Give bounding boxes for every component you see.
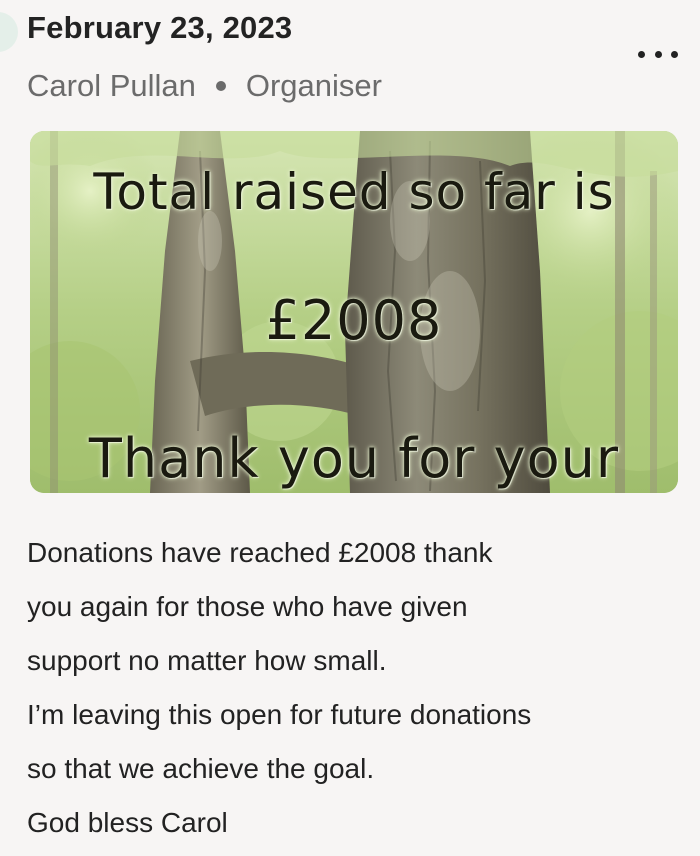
body-line: God bless Carol: [27, 807, 228, 838]
more-horizontal-icon-dot: [671, 50, 678, 58]
author-name[interactable]: Carol Pullan: [27, 68, 196, 104]
image-caption-line-1: Total raised so far is: [93, 163, 615, 221]
more-horizontal-icon-dot: [654, 50, 662, 58]
more-options-button[interactable]: [638, 44, 678, 64]
body-line: support no matter how small.: [27, 645, 387, 676]
image-caption-line-3: Thank you for your: [88, 427, 620, 490]
body-line: you again for those who have given: [27, 591, 468, 622]
body-line: so that we achieve the goal.: [27, 753, 375, 784]
update-body: Donations have reached £2008 thank you a…: [27, 526, 667, 850]
body-line: Donations have reached £2008 thank: [27, 537, 493, 568]
author-role: Organiser: [245, 68, 382, 103]
image-caption-amount: £2008: [265, 289, 443, 352]
update-image[interactable]: Total raised so far is £2008 Thank you f…: [30, 131, 678, 493]
separator-dot-icon: [215, 81, 226, 91]
update-meta: Carol Pullan Organiser: [27, 68, 382, 104]
timeline-marker: [0, 12, 18, 52]
body-line: I’m leaving this open for future donatio…: [27, 699, 532, 730]
more-horizontal-icon: [638, 50, 645, 58]
update-date: February 23, 2023: [27, 10, 293, 45]
